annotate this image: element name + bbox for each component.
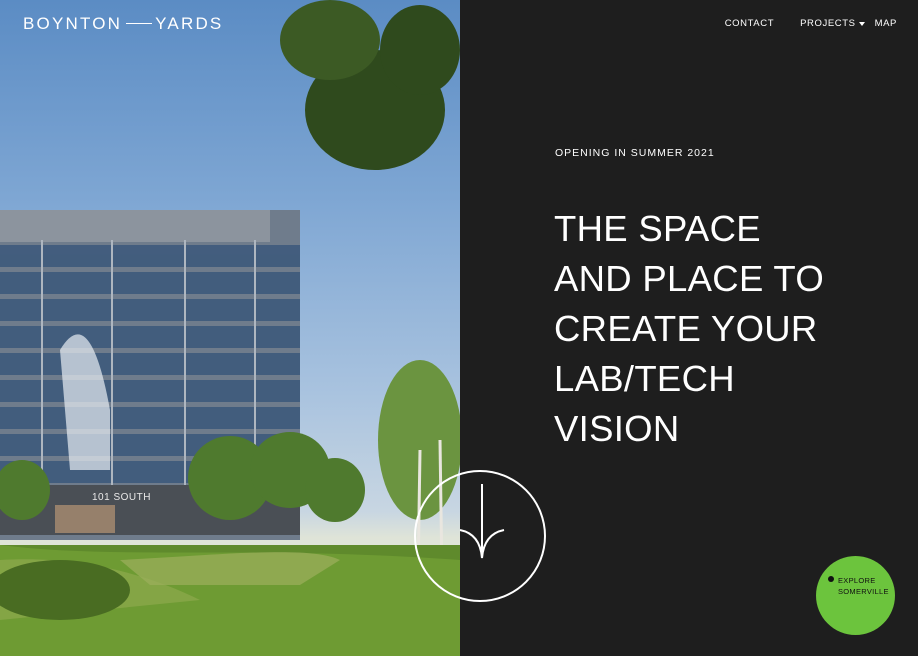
arrow-down-icon (459, 484, 505, 559)
headline-line: VISION (554, 408, 680, 449)
bullet-dot-icon (828, 576, 834, 582)
headline-line: CREATE YOUR (554, 308, 818, 349)
nav-projects-label: PROJECTS (800, 18, 856, 29)
brand-logo[interactable]: BOYNTON YARDS (23, 14, 223, 34)
explore-label: EXPLORE SOMERVILLE (838, 575, 889, 597)
main-nav: CONTACT PROJECTS MAP (725, 18, 897, 29)
building-illustration (0, 0, 460, 656)
hero-eyebrow: OPENING IN SUMMER 2021 (555, 147, 715, 159)
nav-projects-link[interactable]: PROJECTS (800, 18, 865, 29)
explore-label-line1: EXPLORE (838, 576, 876, 585)
headline-line: THE SPACE (554, 208, 761, 249)
hero-image: 101 SOUTH (0, 0, 460, 656)
building-sign: 101 SOUTH (92, 492, 151, 503)
brand-logo-part2: YARDS (155, 14, 224, 33)
logo-divider (126, 22, 153, 24)
headline-line: AND PLACE TO (554, 258, 825, 299)
brand-logo-part1: BOYNTON (23, 14, 123, 33)
scroll-down-button[interactable] (414, 470, 546, 602)
caret-down-icon (858, 21, 865, 26)
explore-label-line2: SOMERVILLE (838, 587, 889, 596)
nav-map-link[interactable]: MAP (875, 18, 897, 29)
hero-headline: THE SPACE AND PLACE TO CREATE YOUR LAB/T… (554, 204, 904, 454)
headline-line: LAB/TECH (554, 358, 735, 399)
nav-contact-link[interactable]: CONTACT (725, 18, 774, 29)
explore-somerville-button[interactable]: EXPLORE SOMERVILLE (816, 556, 895, 635)
